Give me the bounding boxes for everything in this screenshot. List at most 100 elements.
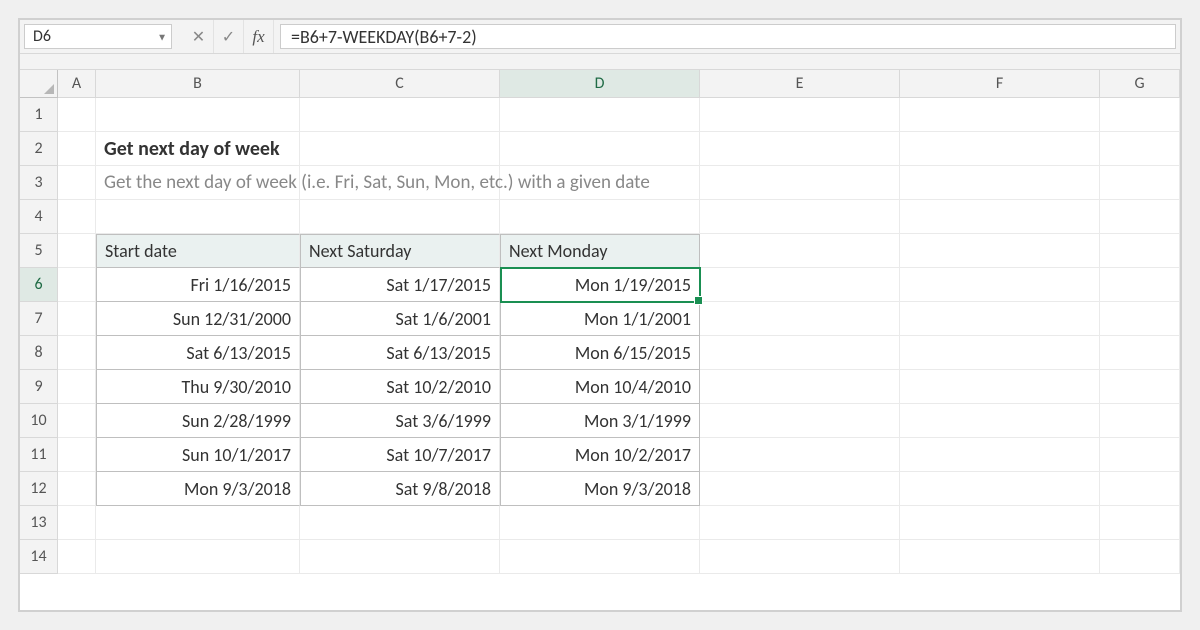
- cell-G1[interactable]: [1100, 98, 1180, 132]
- cell-C8[interactable]: Sat 6/13/2015: [300, 336, 500, 370]
- cell-E1[interactable]: [700, 98, 900, 132]
- row-header-8[interactable]: 8: [20, 336, 58, 370]
- cell-A7[interactable]: [58, 302, 96, 336]
- cell-D6[interactable]: Mon 1/19/2015: [500, 268, 700, 302]
- cell-D2[interactable]: [500, 132, 700, 166]
- row-header-1[interactable]: 1: [20, 98, 58, 132]
- cell-A11[interactable]: [58, 438, 96, 472]
- cell-C1[interactable]: [300, 98, 500, 132]
- cell-D8[interactable]: Mon 6/15/2015: [500, 336, 700, 370]
- col-header-G[interactable]: G: [1100, 70, 1180, 98]
- cell-C7[interactable]: Sat 1/6/2001: [300, 302, 500, 336]
- cell-E13[interactable]: [700, 506, 900, 540]
- cell-B4[interactable]: [96, 200, 300, 234]
- cell-C5[interactable]: Next Saturday: [300, 234, 500, 268]
- cell-F11[interactable]: [900, 438, 1100, 472]
- cell-C12[interactable]: Sat 9/8/2018: [300, 472, 500, 506]
- cell-F10[interactable]: [900, 404, 1100, 438]
- row-header-6[interactable]: 6: [20, 268, 58, 302]
- cell-E11[interactable]: [700, 438, 900, 472]
- cell-F3[interactable]: [900, 166, 1100, 200]
- cancel-formula-icon[interactable]: ✕: [184, 20, 214, 53]
- cell-E2[interactable]: [700, 132, 900, 166]
- cell-F6[interactable]: [900, 268, 1100, 302]
- row-header-5[interactable]: 5: [20, 234, 58, 268]
- cell-G12[interactable]: [1100, 472, 1180, 506]
- cell-E12[interactable]: [700, 472, 900, 506]
- cell-G11[interactable]: [1100, 438, 1180, 472]
- cell-A2[interactable]: [58, 132, 96, 166]
- cell-F13[interactable]: [900, 506, 1100, 540]
- cell-D9[interactable]: Mon 10/4/2010: [500, 370, 700, 404]
- dropdown-icon[interactable]: ▼: [157, 30, 167, 43]
- cell-C10[interactable]: Sat 3/6/1999: [300, 404, 500, 438]
- row-header-3[interactable]: 3: [20, 166, 58, 200]
- cell-A13[interactable]: [58, 506, 96, 540]
- cell-D13[interactable]: [500, 506, 700, 540]
- col-header-A[interactable]: A: [58, 70, 96, 98]
- cell-C11[interactable]: Sat 10/7/2017: [300, 438, 500, 472]
- select-all-corner[interactable]: [20, 70, 58, 98]
- cell-G3[interactable]: [1100, 166, 1180, 200]
- cell-B14[interactable]: [96, 540, 300, 574]
- cell-A10[interactable]: [58, 404, 96, 438]
- cell-A5[interactable]: [58, 234, 96, 268]
- cell-G13[interactable]: [1100, 506, 1180, 540]
- cell-C6[interactable]: Sat 1/17/2015: [300, 268, 500, 302]
- row-header-9[interactable]: 9: [20, 370, 58, 404]
- cell-C2[interactable]: [300, 132, 500, 166]
- cell-B13[interactable]: [96, 506, 300, 540]
- cell-E9[interactable]: [700, 370, 900, 404]
- fx-icon[interactable]: fx: [244, 20, 274, 53]
- row-header-11[interactable]: 11: [20, 438, 58, 472]
- cell-G14[interactable]: [1100, 540, 1180, 574]
- cell-C9[interactable]: Sat 10/2/2010: [300, 370, 500, 404]
- row-header-10[interactable]: 10: [20, 404, 58, 438]
- formula-input[interactable]: =B6+7-WEEKDAY(B6+7-2): [280, 24, 1176, 49]
- row-header-4[interactable]: 4: [20, 200, 58, 234]
- cell-F5[interactable]: [900, 234, 1100, 268]
- cell-D4[interactable]: [500, 200, 700, 234]
- name-box[interactable]: D6 ▼: [24, 24, 172, 49]
- cell-A12[interactable]: [58, 472, 96, 506]
- cell-C14[interactable]: [300, 540, 500, 574]
- cell-B8[interactable]: Sat 6/13/2015: [96, 336, 300, 370]
- cell-E7[interactable]: [700, 302, 900, 336]
- cell-B5[interactable]: Start date: [96, 234, 300, 268]
- cell-G10[interactable]: [1100, 404, 1180, 438]
- cell-B11[interactable]: Sun 10/1/2017: [96, 438, 300, 472]
- cell-F1[interactable]: [900, 98, 1100, 132]
- cell-D12[interactable]: Mon 9/3/2018: [500, 472, 700, 506]
- cell-F9[interactable]: [900, 370, 1100, 404]
- cell-C13[interactable]: [300, 506, 500, 540]
- cell-D14[interactable]: [500, 540, 700, 574]
- cell-E4[interactable]: [700, 200, 900, 234]
- cell-G9[interactable]: [1100, 370, 1180, 404]
- cell-G4[interactable]: [1100, 200, 1180, 234]
- cell-E14[interactable]: [700, 540, 900, 574]
- cell-B1[interactable]: [96, 98, 300, 132]
- cell-E6[interactable]: [700, 268, 900, 302]
- cell-F8[interactable]: [900, 336, 1100, 370]
- cell-A3[interactable]: [58, 166, 96, 200]
- row-header-12[interactable]: 12: [20, 472, 58, 506]
- cell-D5[interactable]: Next Monday: [500, 234, 700, 268]
- cell-F4[interactable]: [900, 200, 1100, 234]
- cell-A1[interactable]: [58, 98, 96, 132]
- cell-A6[interactable]: [58, 268, 96, 302]
- cell-D10[interactable]: Mon 3/1/1999: [500, 404, 700, 438]
- cell-B9[interactable]: Thu 9/30/2010: [96, 370, 300, 404]
- cell-B7[interactable]: Sun 12/31/2000: [96, 302, 300, 336]
- col-header-B[interactable]: B: [96, 70, 300, 98]
- cell-E3[interactable]: [700, 166, 900, 200]
- cell-A8[interactable]: [58, 336, 96, 370]
- cell-G6[interactable]: [1100, 268, 1180, 302]
- cell-G5[interactable]: [1100, 234, 1180, 268]
- cell-B10[interactable]: Sun 2/28/1999: [96, 404, 300, 438]
- row-header-2[interactable]: 2: [20, 132, 58, 166]
- cell-G8[interactable]: [1100, 336, 1180, 370]
- row-header-14[interactable]: 14: [20, 540, 58, 574]
- cell-F12[interactable]: [900, 472, 1100, 506]
- accept-formula-icon[interactable]: ✓: [214, 20, 244, 53]
- cell-A14[interactable]: [58, 540, 96, 574]
